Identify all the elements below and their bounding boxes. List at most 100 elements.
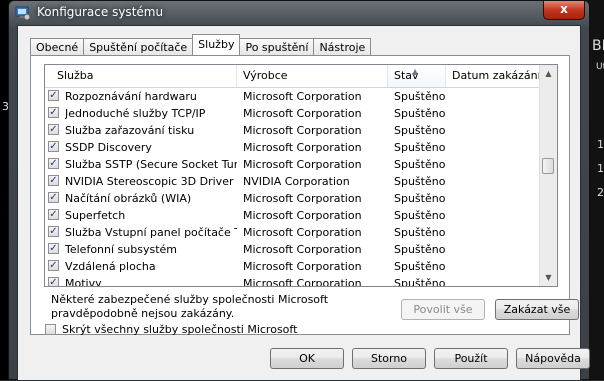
background-text: BE: [592, 38, 604, 54]
service-checkbox[interactable]: ✓: [48, 124, 59, 135]
column-header-service[interactable]: Služba: [45, 65, 237, 87]
service-status: Spuštěno: [394, 226, 446, 239]
scroll-thumb[interactable]: [542, 158, 554, 174]
service-status: Spuštěno: [394, 277, 446, 287]
service-disabled-date: [452, 190, 542, 207]
table-row[interactable]: ✓ Vzdálená plocha Microsoft Corporation Spu…: [45, 258, 540, 275]
service-name: Telefonní subsystém: [65, 243, 177, 256]
sort-ascending-icon: ▲: [412, 67, 419, 76]
service-disabled-date: [452, 241, 542, 258]
enable-all-button[interactable]: Povolit vše: [401, 299, 485, 320]
service-disabled-date: [452, 139, 542, 156]
table-row[interactable]: ✓ Motivy Microsoft Corporation Spuštěno: [45, 275, 540, 287]
service-checkbox[interactable]: ✓: [48, 158, 59, 169]
protected-services-note: Některé zabezpečené služby společnosti M…: [51, 293, 329, 320]
tab-general[interactable]: Obecné: [30, 38, 85, 55]
vertical-scrollbar[interactable]: ▲ ▼: [539, 65, 557, 286]
service-status: Spuštěno: [394, 192, 446, 205]
service-vendor: Microsoft Corporation: [243, 209, 362, 222]
tab-tools[interactable]: Nástroje: [313, 38, 372, 55]
cancel-button[interactable]: Storno: [352, 348, 426, 369]
service-name: Služba zařazování tisku: [65, 124, 195, 137]
service-checkbox[interactable]: ✓: [48, 90, 59, 101]
scroll-down-icon[interactable]: ▼: [540, 269, 557, 286]
background-text: 1: [597, 138, 604, 151]
service-status: Spuštěno: [394, 243, 446, 256]
service-checkbox[interactable]: ✓: [48, 226, 59, 237]
table-row[interactable]: ✓ Služba zařazování tisku Microsoft Corpor…: [45, 122, 540, 139]
table-row[interactable]: ✓ Služba SSTP (Secure Socket Tun... Micros…: [45, 156, 540, 173]
service-checkbox[interactable]: ✓: [48, 192, 59, 203]
tab-startup[interactable]: Po spuštění: [239, 38, 315, 55]
service-vendor: Microsoft Corporation: [243, 141, 362, 154]
disable-all-button[interactable]: Zakázat vše: [495, 299, 579, 320]
service-disabled-date: [452, 156, 542, 173]
background-text: Ut: [596, 62, 604, 72]
dialog-client-area: Obecné Spuštění počítače Služby Po spušt…: [17, 25, 590, 381]
service-checkbox[interactable]: ✓: [48, 141, 59, 152]
apply-button[interactable]: Použít: [434, 348, 508, 369]
background-text: 1: [597, 162, 604, 175]
column-header-disabled-date[interactable]: Datum zakázání: [446, 65, 546, 87]
service-name: Jednoduché služby TCP/IP: [65, 107, 206, 120]
scroll-up-icon[interactable]: ▲: [540, 65, 557, 82]
tab-services[interactable]: Služby: [192, 34, 241, 55]
service-vendor: Microsoft Corporation: [243, 226, 362, 239]
close-button[interactable]: x: [543, 1, 585, 20]
help-button[interactable]: Nápověda: [516, 348, 590, 369]
service-name: Načítání obrázků (WIA): [65, 192, 192, 205]
service-name: NVIDIA Stereoscopic 3D Driver S...: [65, 175, 237, 188]
service-status: Spuštěno: [394, 158, 446, 171]
service-status: Spuštěno: [394, 90, 446, 103]
title-bar[interactable]: Konfigurace systému x: [9, 1, 589, 25]
service-disabled-date: [452, 258, 542, 275]
service-vendor: Microsoft Corporation: [243, 277, 362, 287]
column-header-status[interactable]: ▲ Stav: [388, 65, 446, 87]
table-row[interactable]: ✓ Služba Vstupní panel počítače Ta... Micr…: [45, 224, 540, 241]
service-status: Spuštěno: [394, 124, 446, 137]
service-name: Superfetch: [65, 209, 126, 222]
service-checkbox[interactable]: ✓: [48, 277, 59, 286]
tab-boot[interactable]: Spuštění počítače: [83, 38, 194, 55]
table-row[interactable]: ✓ Načítání obrázků (WIA) Microsoft Corpora…: [45, 190, 540, 207]
service-disabled-date: [452, 122, 542, 139]
table-row[interactable]: ✓ Rozpoznávání hardwaru Microsoft Corporat…: [45, 88, 540, 105]
table-row[interactable]: ✓ Superfetch Microsoft Corporation Spuštěno: [45, 207, 540, 224]
service-disabled-date: [452, 207, 542, 224]
table-row[interactable]: ✓ SSDP Discovery Microsoft Corporation Spuš…: [45, 139, 540, 156]
service-vendor: Microsoft Corporation: [243, 107, 362, 120]
system-configuration-window: Konfigurace systému x Obecné Spuštění po…: [8, 0, 590, 381]
service-checkbox[interactable]: ✓: [48, 209, 59, 220]
table-row[interactable]: ✓ Jednoduché služby TCP/IP Microsoft Corpo…: [45, 105, 540, 122]
service-disabled-date: [452, 224, 542, 241]
service-checkbox[interactable]: ✓: [48, 260, 59, 271]
table-row[interactable]: ✓ Telefonní subsystém Microsoft Corporatio…: [45, 241, 540, 258]
service-vendor: Microsoft Corporation: [243, 243, 362, 256]
table-row[interactable]: ✓ NVIDIA Stereoscopic 3D Driver S... NVIDI…: [45, 173, 540, 190]
service-name: Motivy: [65, 277, 102, 287]
service-vendor: Microsoft Corporation: [243, 124, 362, 137]
service-rows: ✓ Rozpoznávání hardwaru Microsoft Corporat…: [45, 88, 540, 287]
background-text: 2: [597, 186, 604, 199]
service-vendor: NVIDIA Corporation: [243, 175, 350, 188]
service-checkbox[interactable]: ✓: [48, 175, 59, 186]
service-disabled-date: [452, 88, 542, 105]
service-name: Služba Vstupní panel počítače Ta...: [65, 226, 237, 239]
ok-button[interactable]: OK: [270, 348, 344, 369]
list-header: Služba Výrobce ▲ Stav Datum zakázání: [45, 65, 546, 88]
hide-microsoft-services-label[interactable]: Skrýt všechny služby společnosti Microso…: [62, 322, 297, 338]
service-status: Spuštěno: [394, 141, 446, 154]
services-list[interactable]: Služba Výrobce ▲ Stav Datum zakázání ✓ Ro…: [44, 64, 558, 287]
service-name: Vzdálená plocha: [65, 260, 156, 273]
service-name: Služba SSTP (Secure Socket Tun...: [65, 158, 237, 171]
service-disabled-date: [452, 105, 542, 122]
system-config-icon: [15, 6, 31, 21]
service-vendor: Microsoft Corporation: [243, 260, 362, 273]
service-checkbox[interactable]: ✓: [48, 107, 59, 118]
services-tab-panel: Služba Výrobce ▲ Stav Datum zakázání ✓ Ro…: [30, 55, 579, 335]
column-header-vendor[interactable]: Výrobce: [237, 65, 388, 87]
service-checkbox[interactable]: ✓: [48, 243, 59, 254]
service-status: Spuštěno: [394, 209, 446, 222]
tab-strip: Obecné Spuštění počítače Služby Po spušt…: [30, 34, 372, 55]
hide-microsoft-services-checkbox[interactable]: [45, 324, 56, 335]
